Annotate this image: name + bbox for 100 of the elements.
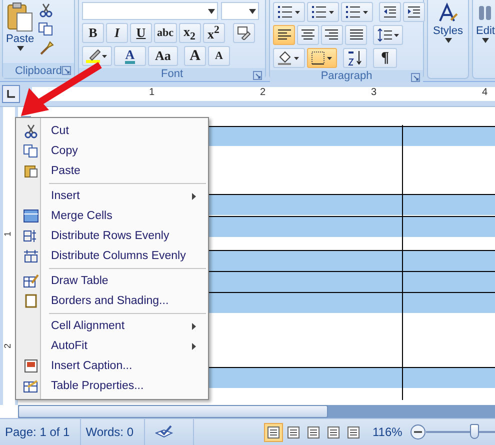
indent-icon [407,6,421,18]
zoom-slider-thumb[interactable] [470,424,480,439]
list-button[interactable] [307,2,339,22]
zoom-level: 116% [372,425,402,439]
change-case-button[interactable]: Aa [148,46,178,66]
dropdown-caret-icon [249,8,256,14]
list-button[interactable] [273,2,305,22]
page-layout-icon [266,426,280,438]
paint-bucket-icon [277,51,301,65]
reading-layout-icon [286,426,300,438]
decrease-indent-button[interactable] [379,2,401,22]
paintbrush-icon[interactable] [38,40,54,56]
menu-item[interactable]: Merge Cells [18,206,206,226]
dropdown-caret-icon [208,8,215,14]
scissors-icon[interactable] [38,2,54,18]
shading-button[interactable] [273,48,305,68]
format-button[interactable]: x$^{2}$ [202,23,224,43]
format-button[interactable]: x$_{2}$ [178,23,200,43]
dialog-launcher-icon[interactable] [411,73,420,82]
menu-item[interactable]: Draw Table [18,271,206,291]
copy-icon[interactable] [38,21,54,37]
line-spacing-button[interactable] [373,25,403,45]
highlighter-icon [86,49,108,63]
ruler-number: 4 [482,87,488,98]
group-label: Font [160,68,183,80]
pencil-table-icon [22,273,38,289]
font-name-field[interactable] [82,2,218,20]
format-button[interactable]: U [130,23,152,43]
tab-selector-button[interactable] [2,85,20,103]
multilevel-list-icon [345,5,369,19]
ruler-number: 2 [2,344,12,348]
grow-font-button[interactable]: A [184,46,206,66]
proofing-book-icon[interactable] [154,425,173,439]
paste-button[interactable]: Paste [6,2,34,61]
scrollbar-thumb[interactable] [18,405,328,418]
dialog-launcher-icon[interactable] [62,66,71,75]
group-label: Paragraph [320,70,372,82]
menu-item[interactable]: Table Properties... [18,376,206,396]
sort-icon [347,50,363,66]
align-right-icon [325,29,339,41]
zoom-out-icon[interactable] [410,424,426,440]
clipboard-icon [22,163,38,179]
borders-button[interactable] [307,48,337,68]
outdent-icon [383,6,397,18]
ruler-number: 1 [149,87,155,98]
distribute-rows-icon [22,228,38,244]
font-color-button[interactable]: A [114,46,146,66]
menu-item[interactable]: Cell Alignment [18,316,206,336]
numbering-icon [311,5,335,19]
view-button[interactable] [264,422,283,442]
increase-indent-button[interactable] [403,2,425,22]
submenu-arrow-icon [192,192,196,200]
styles-icon [437,2,459,24]
align-left-icon [277,29,291,41]
highlight-button[interactable] [82,46,112,66]
justify-icon [349,29,363,41]
line-spacing-icon [377,28,399,42]
left-tab-icon [7,90,15,98]
caption-icon [22,358,38,374]
border-grid-icon [311,51,333,65]
list-button[interactable] [341,2,373,22]
font-size-field[interactable] [221,2,259,20]
align-center-icon [301,29,315,41]
clipboard-icon [6,2,34,32]
menu-item[interactable]: Distribute Columns Evenly [18,246,206,266]
align-button[interactable] [321,25,343,45]
menu-item[interactable]: Copy [18,141,206,161]
dropdown-caret-icon [16,46,24,51]
align-button[interactable] [345,25,367,45]
ruler-number: 1 [2,232,12,236]
copy-icon [22,143,38,159]
menu-item[interactable]: Borders and Shading... [18,291,206,311]
table-properties-icon [22,378,38,394]
format-button[interactable]: I [106,23,128,43]
dropdown-caret-icon [482,38,489,43]
dialog-launcher-icon[interactable] [253,71,262,80]
shrink-font-button[interactable]: A [208,46,230,66]
menu-item[interactable]: Paste [18,161,206,181]
page-border-icon [22,293,38,309]
menu-item[interactable]: AutoFit [18,336,206,356]
show-formatting-button[interactable]: ¶ [373,48,397,68]
merge-cells-icon [22,208,38,224]
ruler-number: 3 [371,87,377,98]
group-label: Clipboard [14,64,62,76]
distribute-columns-icon [22,248,38,264]
align-button[interactable] [273,25,295,45]
menu-item[interactable]: Cut [18,121,206,141]
clear-formatting-button[interactable] [232,23,254,43]
format-button[interactable]: abc [154,23,176,43]
ruler-number: 2 [260,87,266,98]
menu-item[interactable]: Distribute Rows Evenly [18,226,206,246]
sort-button[interactable] [343,48,367,68]
dropdown-caret-icon [444,38,452,43]
menu-item[interactable]: Insert [18,186,206,206]
outline-icon [326,426,340,438]
align-button[interactable] [297,25,319,45]
submenu-arrow-icon [192,322,196,330]
scissors-icon [22,123,38,139]
menu-item[interactable]: Insert Caption... [18,356,206,376]
format-button[interactable]: B [82,23,104,43]
